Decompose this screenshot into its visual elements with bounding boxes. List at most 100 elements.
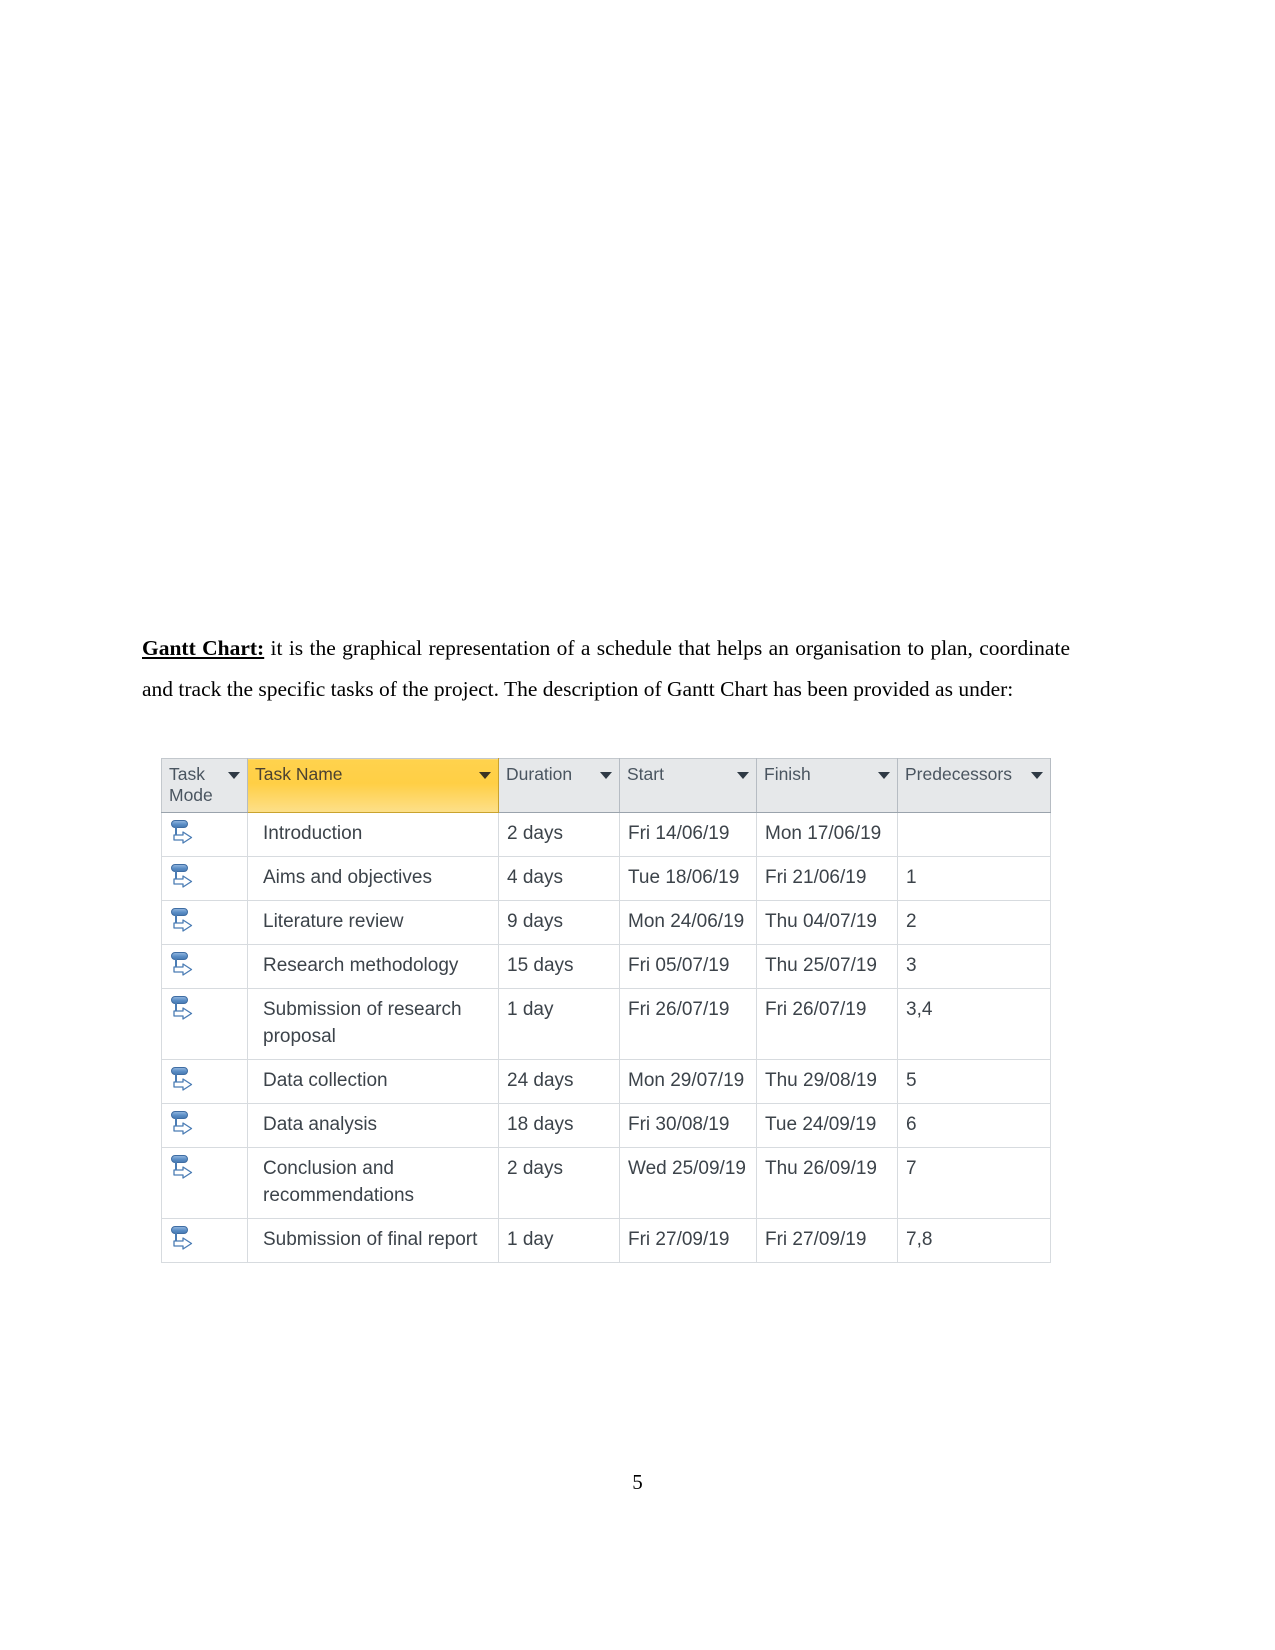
table-body: Introduction 2 days Fri 14/06/19 Mon 17/06/…	[161, 812, 1051, 1263]
table-header-row: Task Mode Task Name Duration Start Finis…	[161, 758, 1051, 813]
task-table: Task Mode Task Name Duration Start Finis…	[161, 758, 1051, 1263]
paragraph-lead-label: Gantt Chart:	[142, 636, 265, 660]
cell-task-mode[interactable]	[161, 1103, 248, 1148]
column-header-duration[interactable]: Duration	[498, 758, 620, 813]
auto-scheduled-icon	[170, 1110, 196, 1138]
cell-finish[interactable]: Fri 27/09/19	[756, 1218, 898, 1263]
cell-predecessors[interactable]	[897, 812, 1051, 857]
cell-task-name[interactable]: Introduction	[247, 812, 499, 857]
cell-start[interactable]: Wed 25/09/19	[619, 1147, 757, 1219]
cell-task-mode[interactable]	[161, 1059, 248, 1104]
column-header-task-mode[interactable]: Task Mode	[161, 758, 248, 813]
chevron-down-icon[interactable]	[1031, 772, 1043, 779]
cell-predecessors[interactable]: 6	[897, 1103, 1051, 1148]
column-header-task-name[interactable]: Task Name	[247, 758, 499, 813]
cell-predecessors[interactable]: 2	[897, 900, 1051, 945]
chevron-down-icon[interactable]	[228, 772, 240, 779]
cell-finish[interactable]: Thu 29/08/19	[756, 1059, 898, 1104]
cell-task-name[interactable]: Submission of research proposal	[247, 988, 499, 1060]
cell-predecessors[interactable]: 7,8	[897, 1218, 1051, 1263]
cell-duration[interactable]: 2 days	[498, 812, 620, 857]
table-row[interactable]: Data collection 24 days Mon 29/07/19 Thu 29…	[161, 1059, 1051, 1104]
table-row[interactable]: Submission of final report 1 day Fri 27/09…	[161, 1218, 1051, 1263]
column-header-task-name-label: Task Name	[255, 764, 343, 784]
cell-finish[interactable]: Thu 25/07/19	[756, 944, 898, 989]
gantt-task-grid: Task Mode Task Name Duration Start Finis…	[161, 758, 1051, 1263]
cell-predecessors[interactable]: 5	[897, 1059, 1051, 1104]
cell-task-name[interactable]: Literature review	[247, 900, 499, 945]
column-header-finish-label: Finish	[764, 764, 811, 784]
column-header-duration-label: Duration	[506, 764, 573, 784]
table-row[interactable]: Submission of research proposal 1 day Fri …	[161, 988, 1051, 1060]
auto-scheduled-icon	[170, 863, 196, 891]
cell-predecessors[interactable]: 7	[897, 1147, 1051, 1219]
column-header-task-mode-label: Task Mode	[169, 764, 213, 805]
auto-scheduled-icon	[170, 995, 196, 1023]
table-row[interactable]: Research methodology 15 days Fri 05/07/19 T…	[161, 944, 1051, 989]
cell-task-mode[interactable]	[161, 988, 248, 1060]
cell-duration[interactable]: 18 days	[498, 1103, 620, 1148]
column-header-predecessors[interactable]: Predecessors	[897, 758, 1051, 813]
cell-start[interactable]: Tue 18/06/19	[619, 856, 757, 901]
cell-task-mode[interactable]	[161, 1147, 248, 1219]
cell-task-mode[interactable]	[161, 944, 248, 989]
auto-scheduled-icon	[170, 1066, 196, 1094]
page-number: 5	[632, 1470, 643, 1494]
cell-task-name[interactable]: Conclusion and recommendations	[247, 1147, 499, 1219]
gantt-chart-paragraph: Gantt Chart: it is the graphical represe…	[142, 628, 1070, 710]
cell-task-mode[interactable]	[161, 1218, 248, 1263]
table-row[interactable]: Data analysis 18 days Fri 30/08/19 Tue 24/0…	[161, 1103, 1051, 1148]
cell-finish[interactable]: Thu 04/07/19	[756, 900, 898, 945]
cell-duration[interactable]: 24 days	[498, 1059, 620, 1104]
chevron-down-icon[interactable]	[737, 772, 749, 779]
column-header-finish[interactable]: Finish	[756, 758, 898, 813]
cell-finish[interactable]: Fri 26/07/19	[756, 988, 898, 1060]
cell-task-mode[interactable]	[161, 900, 248, 945]
cell-finish[interactable]: Mon 17/06/19	[756, 812, 898, 857]
cell-predecessors[interactable]: 1	[897, 856, 1051, 901]
cell-predecessors[interactable]: 3	[897, 944, 1051, 989]
cell-finish[interactable]: Fri 21/06/19	[756, 856, 898, 901]
cell-task-name[interactable]: Aims and objectives	[247, 856, 499, 901]
chevron-down-icon[interactable]	[600, 772, 612, 779]
cell-duration[interactable]: 9 days	[498, 900, 620, 945]
cell-start[interactable]: Mon 29/07/19	[619, 1059, 757, 1104]
paragraph-text: Gantt Chart: it is the graphical represe…	[142, 628, 1070, 710]
column-header-predecessors-label: Predecessors	[905, 764, 1012, 784]
cell-finish[interactable]: Thu 26/09/19	[756, 1147, 898, 1219]
table-row[interactable]: Literature review 9 days Mon 24/06/19 Thu 0…	[161, 900, 1051, 945]
table-row[interactable]: Conclusion and recommendations 2 days Wed …	[161, 1147, 1051, 1219]
cell-start[interactable]: Fri 26/07/19	[619, 988, 757, 1060]
table-row[interactable]: Introduction 2 days Fri 14/06/19 Mon 17/06/…	[161, 812, 1051, 857]
cell-duration[interactable]: 1 day	[498, 988, 620, 1060]
cell-start[interactable]: Fri 05/07/19	[619, 944, 757, 989]
document-page: Gantt Chart: it is the graphical represe…	[0, 0, 1275, 1650]
cell-start[interactable]: Fri 30/08/19	[619, 1103, 757, 1148]
cell-start[interactable]: Fri 27/09/19	[619, 1218, 757, 1263]
cell-start[interactable]: Mon 24/06/19	[619, 900, 757, 945]
chevron-down-icon[interactable]	[878, 772, 890, 779]
column-header-start-label: Start	[627, 764, 664, 784]
column-header-start[interactable]: Start	[619, 758, 757, 813]
cell-duration[interactable]: 15 days	[498, 944, 620, 989]
cell-task-name[interactable]: Data collection	[247, 1059, 499, 1104]
cell-task-mode[interactable]	[161, 812, 248, 857]
auto-scheduled-icon	[170, 907, 196, 935]
auto-scheduled-icon	[170, 819, 196, 847]
cell-predecessors[interactable]: 3,4	[897, 988, 1051, 1060]
cell-start[interactable]: Fri 14/06/19	[619, 812, 757, 857]
auto-scheduled-icon	[170, 1225, 196, 1253]
chevron-down-icon[interactable]	[479, 772, 491, 779]
cell-task-name[interactable]: Submission of final report	[247, 1218, 499, 1263]
cell-duration[interactable]: 4 days	[498, 856, 620, 901]
cell-task-mode[interactable]	[161, 856, 248, 901]
cell-duration[interactable]: 1 day	[498, 1218, 620, 1263]
auto-scheduled-icon	[170, 1154, 196, 1182]
cell-task-name[interactable]: Research methodology	[247, 944, 499, 989]
cell-finish[interactable]: Tue 24/09/19	[756, 1103, 898, 1148]
auto-scheduled-icon	[170, 951, 196, 979]
table-row[interactable]: Aims and objectives 4 days Tue 18/06/19 Fri…	[161, 856, 1051, 901]
paragraph-body-text: it is the graphical representation of a …	[142, 636, 1070, 701]
cell-duration[interactable]: 2 days	[498, 1147, 620, 1219]
cell-task-name[interactable]: Data analysis	[247, 1103, 499, 1148]
